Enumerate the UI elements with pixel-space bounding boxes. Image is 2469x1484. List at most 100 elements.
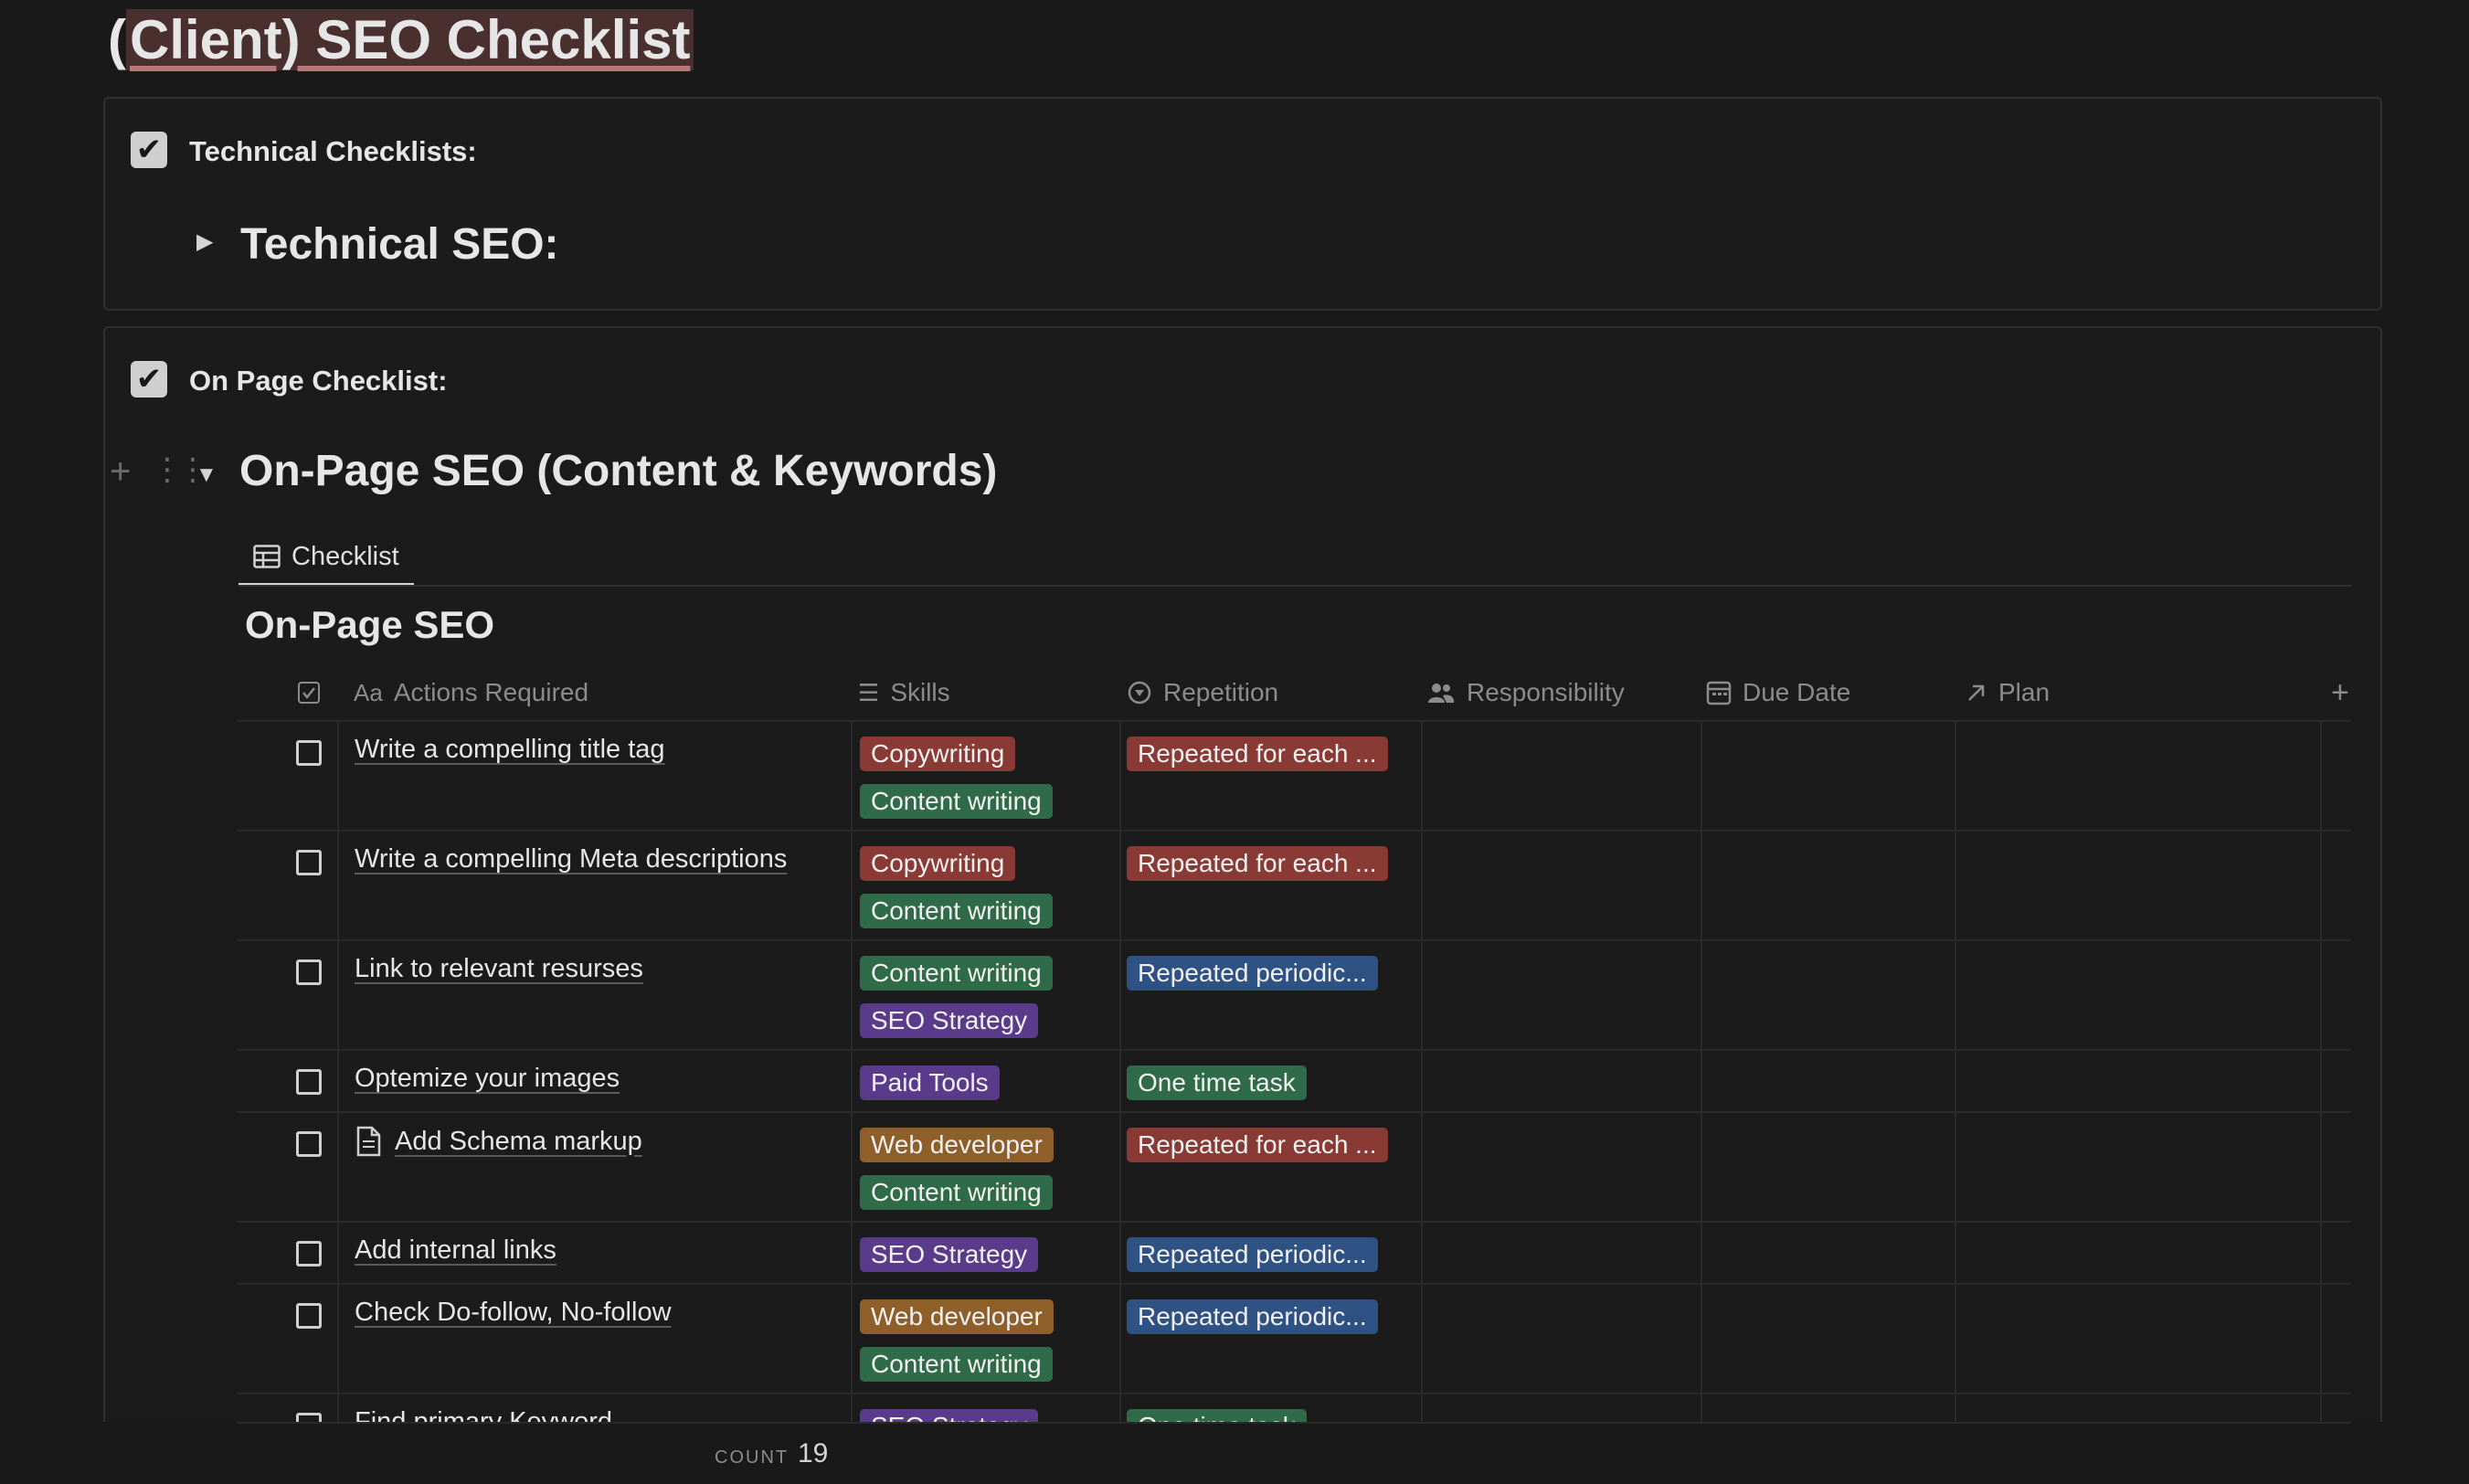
- database-title[interactable]: On-Page SEO: [245, 603, 494, 647]
- tag: Copywriting: [860, 846, 1016, 881]
- repetition-tag[interactable]: Repeated for each ...: [1127, 1128, 1388, 1162]
- skills-tags[interactable]: Copywriting Content writing: [860, 846, 1053, 928]
- row-checkbox[interactable]: [296, 740, 322, 766]
- triangle-down-icon[interactable]: ▼: [196, 462, 217, 488]
- cell-responsibility: [1423, 1051, 1702, 1111]
- cell-plan: [1956, 1113, 2322, 1221]
- triangle-right-icon[interactable]: ▶: [196, 228, 213, 255]
- checkbox-column-header[interactable]: [297, 663, 321, 722]
- cell-due-date: [1702, 832, 1956, 939]
- tag: Content writing: [860, 956, 1053, 991]
- table-row[interactable]: Link to relevant resurses Content writin…: [237, 941, 2351, 1051]
- table-row[interactable]: Check Do-follow, No-follow Web developer…: [237, 1285, 2351, 1394]
- table-row[interactable]: Optemize your images Paid Tools One time…: [237, 1051, 2351, 1113]
- cell-checkbox: [237, 1285, 339, 1393]
- cell-plan: [1956, 941, 2322, 1049]
- column-header-responsibility[interactable]: Responsibility: [1426, 663, 1625, 722]
- cell-responsibility: [1423, 941, 1702, 1049]
- skills-tags[interactable]: Paid Tools: [860, 1065, 1000, 1100]
- repetition-tag[interactable]: One time task: [1127, 1065, 1307, 1100]
- row-checkbox[interactable]: [296, 1069, 322, 1095]
- plus-icon[interactable]: +: [2331, 663, 2349, 722]
- cell-checkbox: [237, 1113, 339, 1221]
- table-footer: COUNT 19: [237, 1422, 2351, 1484]
- row-checkbox[interactable]: [296, 1413, 322, 1422]
- repetition-tag[interactable]: Repeated for each ...: [1127, 846, 1388, 881]
- skills-tags[interactable]: Copywriting Content writing: [860, 737, 1053, 819]
- skills-tags[interactable]: Web developer Content writing: [860, 1299, 1054, 1382]
- action-title[interactable]: Optemize your images: [355, 1064, 620, 1094]
- table-header: Aa Actions Required ☰ Skills Repetition: [237, 663, 2351, 722]
- tag: SEO Strategy: [860, 1237, 1039, 1272]
- tag: Content writing: [860, 894, 1053, 928]
- column-header-repetition[interactable]: Repetition: [1127, 663, 1278, 722]
- relation-arrow-icon: [1968, 684, 1985, 701]
- cell-responsibility: [1423, 832, 1702, 939]
- action-title[interactable]: Link to relevant resurses: [355, 954, 643, 984]
- column-header-skills[interactable]: ☰ Skills: [858, 663, 950, 722]
- tag: Repeated periodic...: [1127, 1299, 1378, 1334]
- tag: Repeated for each ...: [1127, 846, 1388, 881]
- toggle-heading-technical-seo[interactable]: Technical SEO:: [240, 219, 559, 270]
- cell-plan: [1956, 832, 2322, 939]
- action-title-with-page[interactable]: Add Schema markup: [355, 1126, 642, 1157]
- tag: Repeated for each ...: [1127, 737, 1388, 771]
- checkbox-checked-icon: ✔: [131, 361, 167, 398]
- toggle-heading-onpage-seo[interactable]: On-Page SEO (Content & Keywords): [239, 446, 997, 496]
- row-checkbox[interactable]: [296, 1131, 322, 1157]
- page-title-highlight: Client) SEO Checklist: [125, 9, 694, 70]
- cell-plan: [1956, 1051, 2322, 1111]
- skills-tags[interactable]: SEO Strategy: [860, 1409, 1039, 1422]
- row-checkbox[interactable]: [296, 959, 322, 985]
- repetition-tag[interactable]: Repeated periodic...: [1127, 956, 1378, 991]
- row-checkbox[interactable]: [296, 1241, 322, 1267]
- action-title[interactable]: Write a compelling title tag: [355, 735, 665, 765]
- action-title[interactable]: Add internal links: [355, 1235, 556, 1266]
- checkbox-property-icon: [298, 682, 320, 704]
- page-title[interactable]: (Client) SEO Checklist: [108, 7, 694, 73]
- calendar-icon: [1706, 681, 1732, 705]
- cell-responsibility: [1423, 1285, 1702, 1393]
- add-block-icon[interactable]: +: [110, 451, 131, 493]
- cell-due-date: [1702, 1285, 1956, 1393]
- cell-due-date: [1702, 722, 1956, 830]
- tab-checklist[interactable]: Checklist: [238, 530, 414, 587]
- cell-responsibility: [1423, 722, 1702, 830]
- callout-label: Technical Checklists:: [189, 135, 477, 167]
- table-row[interactable]: Write a compelling Meta descriptions Cop…: [237, 832, 2351, 941]
- skills-tags[interactable]: Web developer Content writing: [860, 1128, 1054, 1210]
- table-row[interactable]: Find primary Keyword SEO Strategy One ti…: [237, 1394, 2351, 1422]
- table-row[interactable]: Write a compelling title tag Copywriting…: [237, 722, 2351, 832]
- page-title-prefix: (: [108, 9, 126, 70]
- count-label[interactable]: COUNT: [715, 1447, 789, 1468]
- column-header-due-date[interactable]: Due Date: [1706, 663, 1850, 722]
- cell-checkbox: [237, 832, 339, 939]
- column-label: Plan: [1998, 678, 2050, 706]
- cell-due-date: [1702, 1113, 1956, 1221]
- repetition-tag[interactable]: Repeated for each ...: [1127, 737, 1388, 771]
- cell-responsibility: [1423, 1223, 1702, 1283]
- repetition-tag[interactable]: One time task: [1127, 1409, 1307, 1422]
- action-title[interactable]: Check Do-follow, No-follow: [355, 1298, 672, 1328]
- tag: One time task: [1127, 1065, 1307, 1100]
- cell-checkbox: [237, 1394, 339, 1422]
- table-row[interactable]: Add internal links SEO Strategy Repeated…: [237, 1223, 2351, 1285]
- cell-responsibility: [1423, 1113, 1702, 1221]
- action-title: Add Schema markup: [395, 1126, 642, 1156]
- action-title[interactable]: Write a compelling Meta descriptions: [355, 844, 787, 874]
- column-label: Actions Required: [393, 678, 589, 706]
- column-header-actions[interactable]: Aa Actions Required: [354, 663, 588, 722]
- tag: SEO Strategy: [860, 1003, 1039, 1038]
- repetition-tag[interactable]: Repeated periodic...: [1127, 1299, 1378, 1334]
- skills-tags[interactable]: SEO Strategy: [860, 1237, 1039, 1272]
- row-checkbox[interactable]: [296, 1303, 322, 1329]
- row-checkbox[interactable]: [296, 850, 322, 875]
- column-label: Responsibility: [1467, 678, 1625, 706]
- column-header-plan[interactable]: Plan: [1966, 663, 2050, 722]
- repetition-tag[interactable]: Repeated periodic...: [1127, 1237, 1378, 1272]
- cell-responsibility: [1423, 1394, 1702, 1422]
- skills-tags[interactable]: Content writing SEO Strategy: [860, 956, 1053, 1038]
- checkbox-checked-icon: ✔: [131, 132, 167, 168]
- action-title[interactable]: Find primary Keyword: [355, 1407, 612, 1422]
- table-row[interactable]: Add Schema markup Web developer Content …: [237, 1113, 2351, 1223]
